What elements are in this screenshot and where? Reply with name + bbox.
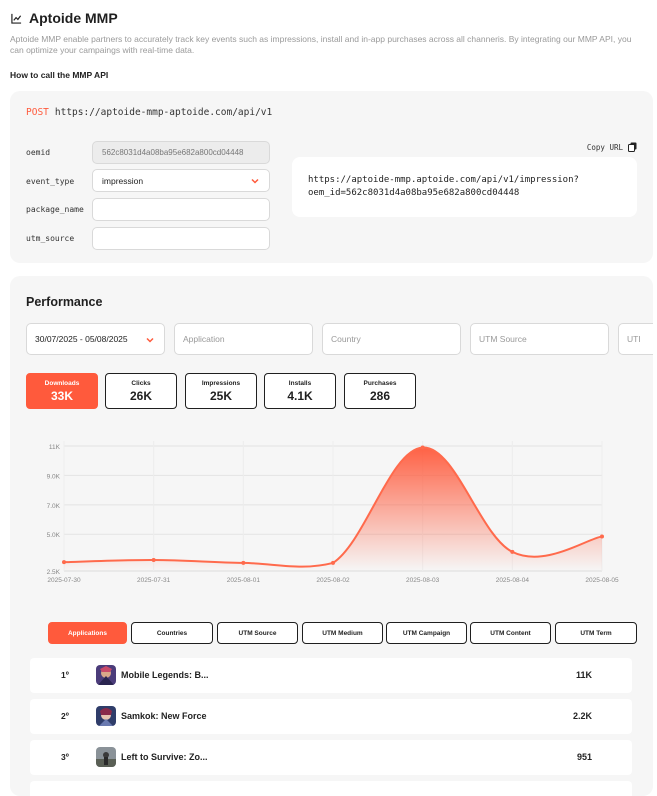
metric-value: 25K [209, 389, 232, 403]
tab-utm-campaign[interactable]: UTM Campaign [386, 622, 467, 644]
api-endpoint: POST https://aptoide-mmp-aptoide.com/api/… [26, 107, 272, 118]
country-filter[interactable]: Country [322, 323, 461, 355]
table-row[interactable] [30, 781, 632, 796]
event-type-value: impression [102, 175, 144, 186]
metric-value: 26K [129, 389, 152, 403]
metric-value: 4.1K [287, 389, 313, 403]
generated-url-line-2: oem_id=562c8031d4a08ba95e682a800cd04448 [308, 188, 520, 198]
application-filter[interactable]: Application [174, 323, 313, 355]
row-rank: 2º [61, 711, 69, 721]
metric-value: 286 [369, 389, 391, 403]
app-name: Mobile Legends: B... [121, 670, 209, 680]
package-name-label: package_name [26, 205, 84, 214]
y-tick-label: 7.0K [47, 503, 61, 510]
api-base-url: https://aptoide-mmp-aptoide.com/api/v1 [54, 107, 273, 118]
metric-label: Impressions [201, 380, 241, 387]
date-range-select[interactable]: 30/07/2025 - 05/08/2025 [26, 323, 165, 355]
line-chart-icon [11, 13, 22, 24]
metric-label: Clicks [131, 380, 151, 387]
metric-downloads[interactable]: Downloads 33K [26, 373, 98, 409]
copy-icon [628, 142, 637, 152]
event-type-select[interactable]: impression [92, 169, 270, 192]
chevron-down-icon [146, 337, 154, 343]
y-tick-label: 5.0K [47, 532, 61, 539]
row-rank: 1º [61, 670, 69, 680]
tab-applications[interactable]: Applications [48, 622, 127, 644]
tab-utm-medium[interactable]: UTM Medium [302, 622, 383, 644]
x-tick-label: 2025-08-01 [227, 577, 261, 584]
chart-data-point [241, 560, 246, 565]
app-icon [96, 747, 116, 767]
table-row[interactable]: 2º Samkok: New Force 2.2K [30, 699, 632, 734]
page-description: Aptoide MMP enable partners to accuratel… [10, 34, 632, 55]
oemid-field: 562c8031d4a08ba95e682a800cd04448 [92, 141, 270, 164]
chart-data-point [420, 445, 425, 450]
utm-source-input[interactable] [92, 227, 270, 250]
row-value: 951 [576, 752, 592, 762]
oemid-label: oemid [26, 148, 51, 157]
x-tick-label: 2025-07-31 [137, 577, 171, 584]
performance-title: Performance [26, 295, 103, 309]
date-range-value: 30/07/2025 - 05/08/2025 [35, 334, 128, 344]
tab-utm-term[interactable]: UTM Term [555, 622, 637, 644]
performance-card: Performance 30/07/2025 - 05/08/2025 Appl… [10, 276, 653, 796]
metric-label: Installs [288, 380, 312, 387]
chart-data-point [151, 557, 156, 562]
metric-label: Purchases [363, 380, 397, 387]
page-title: Aptoide MMP [29, 10, 118, 26]
y-tick-label: 2.5K [47, 569, 61, 576]
x-tick-label: 2025-08-03 [406, 577, 440, 584]
x-tick-label: 2025-08-04 [496, 577, 530, 584]
row-value: 2.2K [572, 711, 592, 721]
utm-source-filter-placeholder: UTM Source [479, 334, 527, 344]
metric-installs[interactable]: Installs 4.1K [264, 373, 336, 409]
y-tick-label: 9.0K [47, 473, 61, 480]
utm-more-filter-placeholder: UTI [627, 334, 641, 344]
tab-utm-source[interactable]: UTM Source [217, 622, 298, 644]
tab-countries[interactable]: Countries [131, 622, 213, 644]
copy-url-button[interactable]: Copy URL [587, 142, 637, 152]
table-row[interactable]: 1º Mobile Legends: B... 11K [30, 658, 632, 693]
utm-source-label: utm_source [26, 234, 75, 243]
chart-data-point [600, 534, 604, 539]
http-method: POST [26, 107, 49, 118]
row-rank: 3º [61, 752, 69, 762]
y-tick-label: 11K [49, 444, 61, 451]
app-name: Samkok: New Force [121, 711, 207, 721]
x-tick-label: 2025-08-02 [316, 577, 350, 584]
metric-value: 33K [50, 389, 73, 403]
generated-url-line-1: https://aptoide-mmp.aptoide.com/api/v1/i… [308, 175, 579, 185]
x-tick-label: 2025-08-05 [585, 577, 619, 584]
country-filter-placeholder: Country [331, 334, 361, 344]
metric-clicks[interactable]: Clicks 26K [105, 373, 177, 409]
app-icon [96, 665, 116, 685]
utm-more-filter[interactable]: UTI [618, 323, 653, 355]
utm-source-filter[interactable]: UTM Source [470, 323, 609, 355]
chart-data-point [510, 549, 515, 554]
application-filter-placeholder: Application [183, 334, 225, 344]
copy-url-label: Copy URL [586, 142, 623, 152]
howto-heading: How to call the MMP API [10, 70, 109, 80]
app-name: Left to Survive: Zo... [121, 752, 208, 762]
api-builder-card: POST https://aptoide-mmp-aptoide.com/api/… [10, 91, 653, 263]
metric-label: Downloads [44, 380, 80, 387]
package-name-input[interactable] [92, 198, 270, 221]
row-value: 11K [575, 670, 592, 680]
downloads-chart: 2.5K 5.0K 7.0K 9.0K 11K 2025-07-30 2025-07-31… [47, 441, 619, 584]
app-icon [96, 706, 116, 726]
generated-url-box: https://aptoide-mmp.aptoide.com/api/v1/i… [292, 157, 637, 217]
event-type-label: event_type [26, 177, 75, 186]
page-header: Aptoide MMP [11, 10, 118, 26]
table-row[interactable]: 3º Left to Survive: Zo... 951 [30, 740, 632, 775]
x-tick-label: 2025-07-30 [47, 577, 81, 584]
chevron-down-icon [251, 178, 259, 184]
tab-utm-content[interactable]: UTM Content [470, 622, 551, 644]
chart-data-point [331, 560, 335, 565]
metric-purchases[interactable]: Purchases 286 [344, 373, 416, 409]
metric-impressions[interactable]: Impressions 25K [185, 373, 257, 409]
chart-data-point [62, 560, 66, 565]
